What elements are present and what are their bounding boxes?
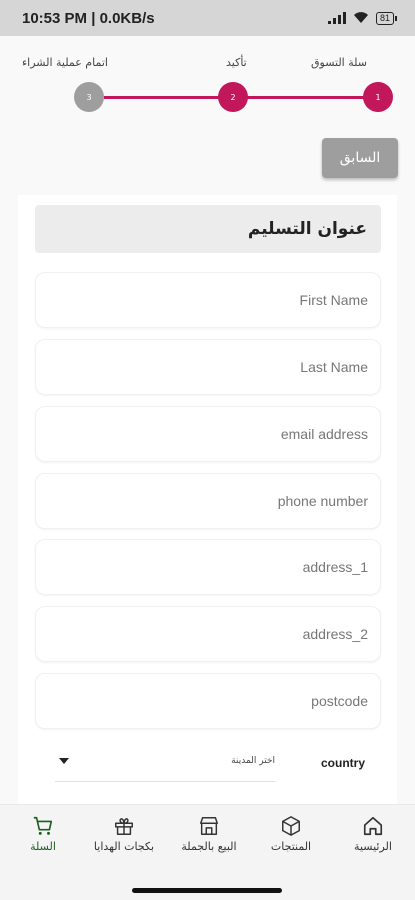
cart-icon <box>33 816 53 835</box>
phone-input[interactable] <box>36 474 380 528</box>
checkout-stepper: سلة التسوق تأكيد اتمام عملية الشراء <box>0 36 415 136</box>
nav-label-cart: السلة <box>30 840 56 853</box>
step-label-confirm: تأكيد <box>226 56 247 69</box>
step-dot-2[interactable]: 2 <box>218 82 248 112</box>
nav-item-gift-packages[interactable]: بكجات الهدايا <box>79 815 169 853</box>
nav-item-wholesale[interactable]: البيع بالجملة <box>164 815 254 853</box>
step-label-checkout: اتمام عملية الشراء <box>22 56 108 69</box>
first-name-field[interactable] <box>35 272 381 328</box>
signal-icon <box>327 12 346 24</box>
nav-label-products: المنتجات <box>270 840 312 853</box>
last-name-field[interactable] <box>35 339 381 395</box>
first-name-input[interactable] <box>36 273 380 327</box>
phone-field[interactable] <box>35 473 381 529</box>
previous-button[interactable]: السابق <box>322 138 398 178</box>
country-row: اختر المدينة country <box>35 740 381 788</box>
system-gesture-area <box>0 870 415 900</box>
step-dot-3[interactable]: 3 <box>74 82 104 112</box>
home-indicator[interactable] <box>132 888 282 893</box>
email-input[interactable] <box>36 407 380 461</box>
status-icons: 81 <box>327 11 397 25</box>
gift-icon <box>115 818 133 835</box>
address-1-input[interactable] <box>36 540 380 594</box>
bottom-navigation: الرئيسية المنتجات البيع بالجملة بكجات ال… <box>0 804 415 870</box>
address-1-field[interactable] <box>35 539 381 595</box>
step-dot-1[interactable]: 1 <box>363 82 393 112</box>
status-time: 10:53 PM | 0.0KB/s <box>22 9 155 27</box>
nav-label-gift-packages: بكجات الهدايا <box>93 840 155 853</box>
nav-item-cart[interactable]: السلة <box>0 815 88 853</box>
step-label-cart: سلة التسوق <box>310 56 367 69</box>
address-2-input[interactable] <box>36 607 380 661</box>
wifi-icon <box>353 12 368 23</box>
status-bar: 10:53 PM | 0.0KB/s 81 <box>0 0 415 36</box>
nav-label-wholesale: البيع بالجملة <box>181 840 237 853</box>
nav-item-home[interactable]: الرئيسية <box>328 815 415 853</box>
delivery-address-title: عنوان التسليم <box>35 205 381 253</box>
battery-icon: 81 <box>375 11 397 25</box>
address-2-field[interactable] <box>35 606 381 662</box>
store-icon <box>200 817 218 835</box>
nav-item-products[interactable]: المنتجات <box>246 815 336 853</box>
last-name-input[interactable] <box>36 340 380 394</box>
dropdown-caret-icon <box>59 758 69 764</box>
box-icon <box>282 816 300 836</box>
city-select[interactable]: اختر المدينة <box>55 740 275 782</box>
country-label: country <box>320 756 365 770</box>
home-icon <box>363 816 383 836</box>
postcode-input[interactable] <box>36 674 380 728</box>
city-select-value: اختر المدينة <box>231 756 275 766</box>
email-field[interactable] <box>35 406 381 462</box>
postcode-field[interactable] <box>35 673 381 729</box>
nav-label-home: الرئيسية <box>354 840 392 853</box>
